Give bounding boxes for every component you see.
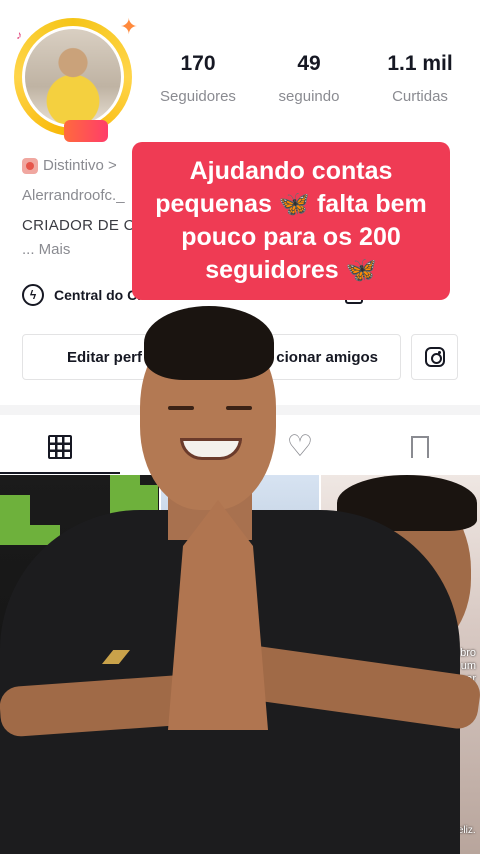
edit-profile-button[interactable]: Editar perf (22, 334, 202, 380)
pixel-block (0, 495, 30, 525)
stat-following-value: 49 (297, 52, 321, 75)
profile-tabs: ♡ (0, 420, 480, 474)
video-caption: Cachaça, com co... Feliz. Tem alcance tr… (363, 825, 476, 849)
avatar-image (22, 26, 124, 128)
badge-label: Distintivo > (43, 157, 117, 174)
stat-followers-label: Seguidores (160, 88, 236, 105)
video-side-text: mbro eu r um passar o (438, 647, 477, 699)
bookmark-icon (410, 436, 429, 464)
add-friends-button[interactable]: cionar amigos (215, 334, 401, 380)
tab-saved[interactable] (360, 420, 480, 474)
instagram-button[interactable] (411, 334, 458, 380)
pixel-block (0, 525, 60, 545)
video-grid: mbro eu r um passar o Cachaça, com co...… (0, 475, 480, 854)
stat-followers-value: 170 (180, 52, 216, 75)
stat-likes-value: 1.1 mil (387, 52, 453, 75)
badge-link[interactable]: Distintivo > (22, 157, 117, 174)
sparkle-icon: ✦ (119, 14, 138, 39)
stat-likes-label: Curtidas (392, 88, 448, 105)
stat-followers[interactable]: 170 Seguidores (148, 52, 248, 105)
avatar-frame-ribbon (64, 120, 108, 142)
tab-videos[interactable] (0, 420, 120, 474)
video-thumbnail[interactable]: mbro eu r um passar o Cachaça, com co...… (321, 475, 480, 854)
video-thumbnail[interactable] (160, 475, 320, 854)
lightning-icon: ϟ (22, 284, 44, 306)
video-hair (337, 475, 478, 531)
stat-following[interactable]: 49 seguindo (259, 52, 359, 105)
bio-more-link[interactable]: ... Mais (22, 241, 70, 258)
bio-text: CRIADOR DE C (22, 217, 135, 234)
profile-stats: 170 Seguidores 49 seguindo 1.1 mil Curti… (148, 52, 470, 105)
tab-private[interactable] (120, 420, 240, 474)
caption-overlay: Ajudando contas pequenas 🦋 falta bem pou… (132, 142, 450, 300)
section-divider (0, 405, 480, 415)
tab-liked[interactable]: ♡ (240, 420, 360, 474)
instagram-icon (424, 347, 445, 367)
video-thumbnail[interactable] (0, 475, 159, 854)
heart-icon: ♡ (286, 430, 314, 463)
stat-following-label: seguindo (278, 88, 340, 105)
username: Alerrandroofc._ (22, 187, 125, 204)
badge-icon (22, 157, 38, 174)
caption-text: Ajudando contas pequenas 🦋 falta bem pou… (155, 156, 427, 285)
music-note-icon: ♪ (16, 28, 22, 42)
pixel-block (130, 485, 158, 515)
grid-icon (48, 435, 72, 459)
stat-likes[interactable]: 1.1 mil Curtidas (370, 52, 470, 105)
profile-avatar[interactable]: ✦ ♪ (14, 14, 138, 142)
